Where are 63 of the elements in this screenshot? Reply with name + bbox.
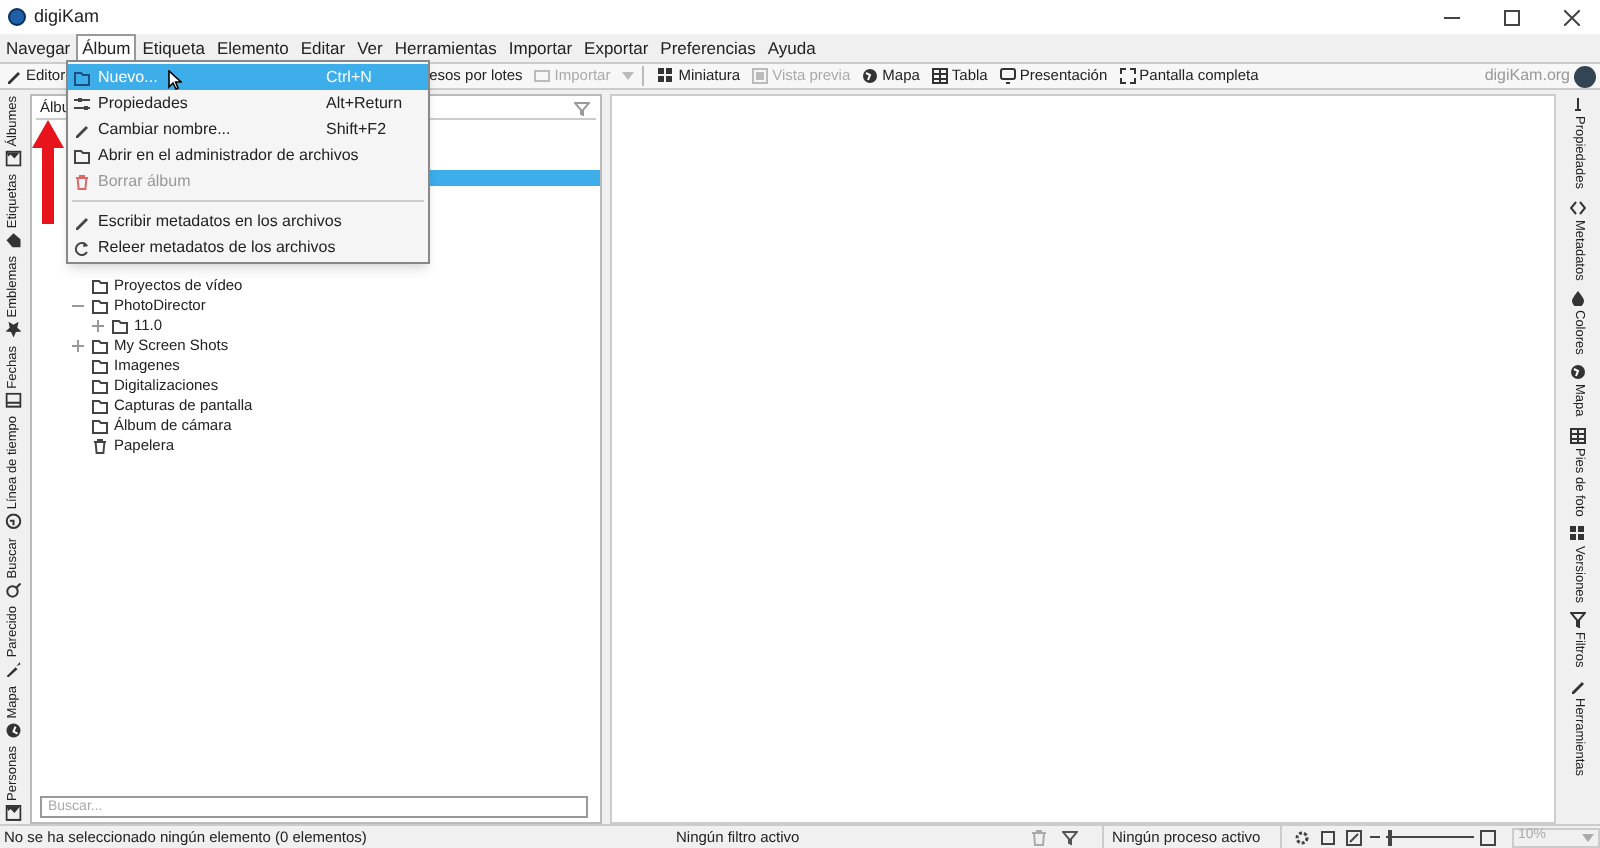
arrow-drawing — [32, 120, 64, 224]
table-icon — [1570, 427, 1586, 444]
menu-item[interactable]: Álbum — [76, 34, 137, 62]
import-icon — [534, 68, 551, 84]
monitor-icon — [999, 68, 1016, 84]
menu-item[interactable]: Ver — [351, 34, 389, 62]
logo-icon — [1574, 65, 1596, 87]
clock-icon — [6, 514, 22, 531]
code-icon — [1570, 199, 1586, 215]
menu-item[interactable]: Ayuda — [761, 34, 822, 62]
sliders-icon — [74, 95, 90, 111]
menu-item[interactable]: Releer metadatos de los archivos — [68, 234, 428, 260]
menu-item[interactable]: Etiqueta — [136, 34, 211, 62]
grid-icon — [1570, 525, 1586, 542]
cursor-icon — [168, 70, 182, 90]
filter-icon — [1570, 612, 1586, 629]
folder-icon — [74, 147, 90, 163]
menu-item[interactable]: Propiedades Alt+Return — [68, 90, 428, 116]
info-icon — [1570, 96, 1586, 112]
maximize-icon[interactable] — [1504, 9, 1520, 25]
gear-icon[interactable] — [1294, 829, 1310, 845]
menu-item[interactable]: Navegar — [0, 34, 77, 62]
trash-icon — [92, 438, 108, 454]
fullscreen-icon — [1119, 68, 1136, 84]
table-icon — [931, 68, 948, 84]
menu-item[interactable]: Escribir metadatos en los archivos — [68, 208, 428, 234]
window-title: digiKam — [34, 3, 100, 30]
reload-icon — [74, 239, 90, 255]
zoom-in-icon[interactable] — [1480, 829, 1496, 845]
expand-icon[interactable] — [92, 320, 106, 332]
menu-item[interactable]: Cambiar nombre... Shift+F2 — [68, 116, 428, 142]
filter-icon[interactable] — [574, 101, 590, 115]
photo-icon — [6, 150, 22, 167]
menu-item[interactable]: Preferencias — [654, 34, 762, 62]
menu-item[interactable]: Editar — [294, 34, 352, 62]
grid-icon — [658, 68, 675, 84]
trash-icon — [74, 173, 90, 189]
crop-icon[interactable] — [1320, 829, 1336, 845]
menu-item[interactable]: Abrir en el administrador de archivos — [68, 142, 428, 168]
folder-icon — [74, 69, 90, 85]
pencil-icon — [1570, 678, 1586, 695]
photo-icon — [6, 805, 22, 822]
close-icon[interactable] — [1564, 9, 1580, 25]
drop-icon — [1570, 289, 1586, 306]
zoom-slider[interactable] — [1386, 829, 1474, 845]
zoom-fit-icon[interactable] — [1346, 829, 1362, 845]
brush-icon — [6, 661, 22, 678]
menu-item[interactable]: Importar — [502, 34, 579, 62]
calendar-icon — [6, 392, 22, 409]
menu-item[interactable]: Exportar — [578, 34, 655, 62]
app-icon — [8, 8, 26, 26]
collapse-icon[interactable] — [72, 300, 86, 312]
search-icon — [6, 582, 22, 599]
star-icon — [6, 322, 22, 339]
pencil-icon — [74, 213, 90, 229]
expand-icon[interactable] — [72, 340, 86, 352]
pencil-icon — [74, 121, 90, 137]
pencil-icon — [6, 68, 22, 84]
preview-icon — [752, 68, 769, 84]
menu-item[interactable]: Elemento — [210, 34, 295, 62]
filter-icon[interactable] — [1062, 829, 1078, 845]
tag-icon — [6, 232, 22, 249]
menu-item[interactable]: Herramientas — [388, 34, 503, 62]
